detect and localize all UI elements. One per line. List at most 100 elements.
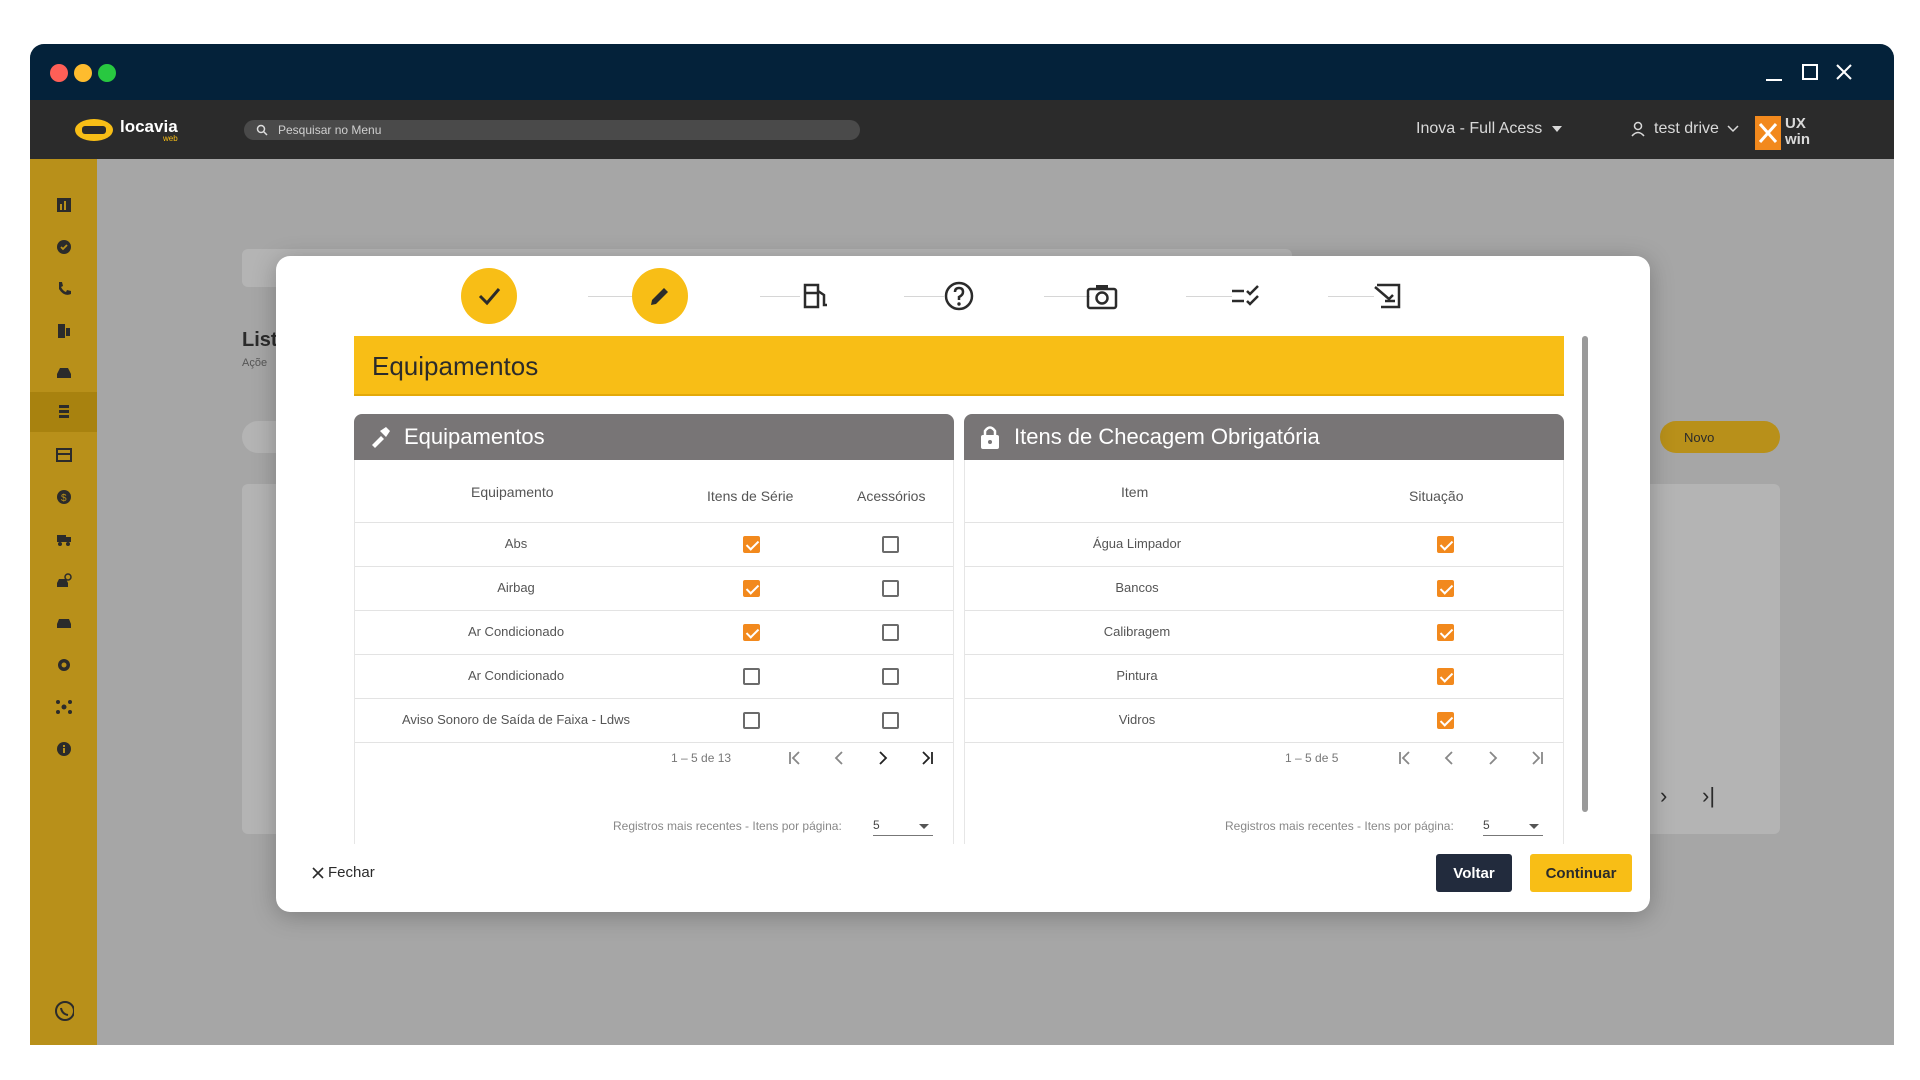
accessory-checkbox[interactable]: [882, 580, 899, 597]
phone-icon[interactable]: [54, 279, 74, 299]
checklist-panel-title: Itens de Checagem Obrigatória: [1014, 424, 1320, 449]
modal-scrollbar[interactable]: [1582, 336, 1588, 812]
car-search-icon[interactable]: [54, 571, 74, 591]
series-checkbox[interactable]: [743, 624, 760, 641]
maximize-icon[interactable]: [1796, 58, 1824, 86]
equipment-name: Abs: [504, 536, 528, 551]
fuel-step-icon[interactable]: [788, 268, 844, 324]
tenant-selector[interactable]: Inova - Full Acess: [1416, 120, 1563, 138]
status-checkbox[interactable]: [1437, 668, 1454, 685]
menu-search[interactable]: Pesquisar no Menu: [244, 120, 860, 140]
continue-button[interactable]: Continuar: [1530, 854, 1632, 892]
prev-page-icon[interactable]: [827, 746, 851, 770]
accessory-checkbox[interactable]: [882, 624, 899, 641]
checklist-footer-label: Registros mais recentes - Itens por pági…: [1225, 819, 1454, 833]
brand-text: UX win: [1785, 115, 1810, 148]
equipment-range: 1 – 5 de 13: [671, 751, 732, 765]
uxwin-logo: UX win: [1755, 115, 1815, 150]
next-page-icon[interactable]: [871, 746, 895, 770]
user-menu[interactable]: test drive: [1630, 120, 1739, 138]
search-placeholder: Pesquisar no Menu: [278, 123, 382, 137]
checklist-step-icon[interactable]: [1218, 268, 1274, 324]
section-title: Equipamentos: [372, 351, 539, 381]
signature-step-icon[interactable]: [1361, 268, 1417, 324]
user-name: test drive: [1654, 120, 1719, 137]
first-page-icon[interactable]: [1393, 746, 1417, 770]
status-checkbox[interactable]: [1437, 536, 1454, 553]
modal-scroll-thumb[interactable]: [1582, 336, 1588, 812]
table-row: Pintura: [965, 654, 1563, 698]
table-row: Vidros: [965, 698, 1563, 742]
checklist-item-name: Pintura: [1116, 668, 1158, 683]
car-repair-icon[interactable]: [54, 363, 74, 383]
first-page-icon[interactable]: [783, 746, 807, 770]
add-circle-icon[interactable]: [54, 237, 74, 257]
dashboard-icon[interactable]: [54, 195, 74, 215]
equipment-name: Ar Condicionado: [467, 624, 565, 639]
settings-icon[interactable]: [54, 655, 74, 675]
user-icon: [1631, 121, 1645, 137]
locavia-logo[interactable]: locavia web: [74, 112, 178, 148]
equipment-per-page-select[interactable]: 5: [873, 818, 933, 836]
accessory-checkbox[interactable]: [882, 712, 899, 729]
car-logo-icon: [75, 119, 113, 141]
accessory-checkbox[interactable]: [882, 668, 899, 685]
table-divider: [355, 742, 953, 743]
checklist-item-name: Água Limpador: [1092, 536, 1182, 551]
checklist-nav-icon[interactable]: [54, 402, 74, 422]
fuel-icon[interactable]: [54, 321, 74, 341]
bg-last-icon: ›|: [1702, 783, 1716, 808]
network-icon[interactable]: [54, 697, 74, 717]
close-link[interactable]: Fechar: [312, 864, 375, 881]
table-row: Airbag: [355, 566, 953, 610]
question-step-icon[interactable]: [931, 268, 987, 324]
minimize-dot[interactable]: [74, 64, 92, 82]
whatsapp-icon[interactable]: [54, 1001, 74, 1021]
next-page-icon[interactable]: [1481, 746, 1505, 770]
equipment-panel: Equipamentos Equipamento Itens de Série …: [354, 414, 954, 844]
table-icon[interactable]: [54, 445, 74, 465]
caret-down-icon: [1552, 126, 1563, 132]
status-checkbox[interactable]: [1437, 580, 1454, 597]
checklist-range: 1 – 5 de 5: [1285, 751, 1339, 765]
series-checkbox[interactable]: [743, 712, 760, 729]
title-bar: [30, 44, 1894, 100]
camera-step-icon[interactable]: [1074, 268, 1130, 324]
table-row: Água Limpador: [965, 522, 1563, 566]
checklist-item-name: Vidros: [1118, 712, 1156, 727]
zoom-dot[interactable]: [98, 64, 116, 82]
edit-step-icon[interactable]: [632, 268, 688, 324]
table-row: Aviso Sonoro de Saída de Faixa - Ldws: [355, 698, 953, 742]
car-icon[interactable]: [54, 613, 74, 633]
money-icon[interactable]: $: [54, 487, 74, 507]
step-complete-icon[interactable]: [461, 268, 517, 324]
last-page-icon[interactable]: [915, 746, 939, 770]
info-icon[interactable]: [54, 739, 74, 759]
checklist-per-page-select[interactable]: 5: [1483, 818, 1543, 836]
minimize-icon[interactable]: [1760, 58, 1788, 86]
accessory-checkbox[interactable]: [882, 536, 899, 553]
sidebar: $: [30, 159, 97, 1045]
table-divider: [965, 742, 1563, 743]
svg-text:$: $: [61, 493, 67, 504]
col-accessories: Acessórios: [857, 488, 926, 504]
equipment-tool-icon: [366, 423, 394, 451]
last-page-icon[interactable]: [1525, 746, 1549, 770]
logo-subtext: web: [162, 133, 178, 143]
status-checkbox[interactable]: [1437, 624, 1454, 641]
close-dot[interactable]: [50, 64, 68, 82]
series-checkbox[interactable]: [743, 580, 760, 597]
status-checkbox[interactable]: [1437, 712, 1454, 729]
prev-page-icon[interactable]: [1437, 746, 1461, 770]
truck-icon[interactable]: [54, 529, 74, 549]
series-checkbox[interactable]: [743, 536, 760, 553]
equipment-name: Aviso Sonoro de Saída de Faixa - Ldws: [401, 712, 631, 727]
table-row: Bancos: [965, 566, 1563, 610]
checklist-table: Item Situação Água Limpador Bancos Calibra…: [964, 460, 1564, 844]
bg-next-icon: ›: [1660, 783, 1668, 808]
series-checkbox[interactable]: [743, 668, 760, 685]
bg-new-button: Novo: [1660, 421, 1780, 453]
close-window-icon[interactable]: [1830, 58, 1858, 86]
back-button[interactable]: Voltar: [1436, 854, 1512, 892]
table-row: Ar Condicionado: [355, 654, 953, 698]
